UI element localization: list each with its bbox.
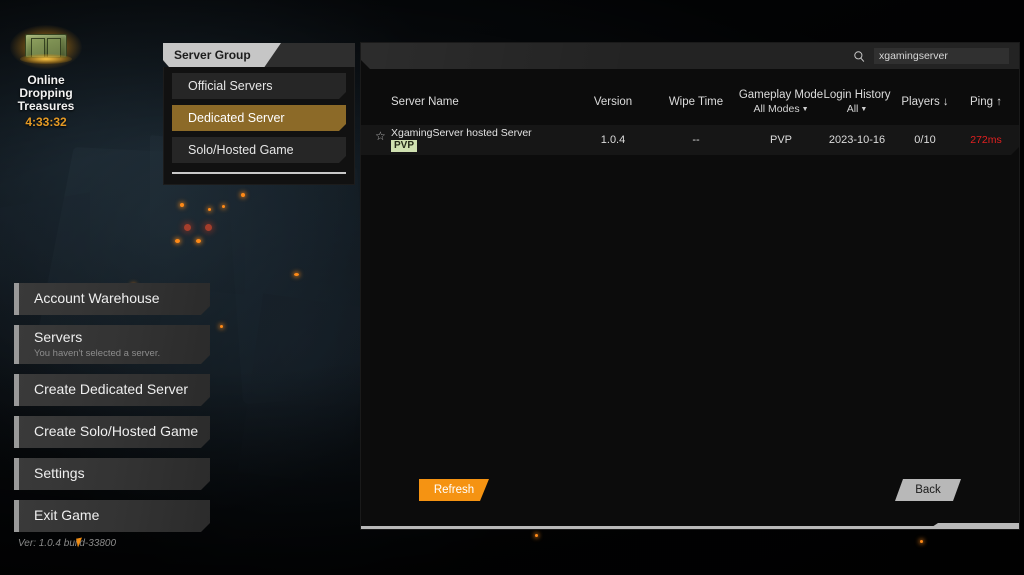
build-version-label: Ver: 1.0.4 build-33800 (18, 538, 116, 549)
server-group-panel: Server Group Official Servers Dedicated … (163, 43, 355, 185)
chevron-down-icon: ▼ (860, 106, 867, 113)
chevron-down-icon: ▼ (802, 106, 809, 113)
ember-light (180, 203, 184, 207)
group-item-label: Dedicated Server (188, 111, 285, 125)
server-ping-value: 272ms (953, 134, 1019, 146)
game-main-menu-screen: Online Dropping Treasures 4:33:32 Server… (0, 0, 1024, 575)
group-panel-underline (172, 172, 346, 174)
menu-item-label: Create Solo/Hosted Game (34, 423, 202, 440)
menu-item-servers[interactable]: Servers You haven't selected a server. (14, 325, 210, 364)
server-wipe-time-value: -- (661, 134, 731, 146)
back-button[interactable]: Back (895, 479, 961, 501)
server-browser-panel: Server Name Version Wipe Time Gameplay M… (360, 42, 1020, 530)
group-item-dedicated-server[interactable]: Dedicated Server (172, 105, 346, 131)
ember-light (205, 224, 212, 231)
ember-light (175, 239, 180, 243)
menu-item-subtext: You haven't selected a server. (34, 348, 202, 359)
ember-light (241, 193, 245, 197)
server-group-list: Official Servers Dedicated Server Solo/H… (163, 67, 355, 185)
gameplay-mode-filter-value: All Modes (753, 103, 799, 115)
login-history-filter-value: All (847, 103, 859, 115)
search-bar (361, 43, 1019, 69)
menu-item-exit-game[interactable]: Exit Game (14, 500, 210, 532)
group-item-solo-hosted-game[interactable]: Solo/Hosted Game (172, 137, 346, 163)
ember-light (294, 273, 299, 276)
ember-light (220, 325, 223, 328)
gameplay-mode-filter[interactable]: All Modes▼ (731, 103, 831, 115)
ember-light (920, 540, 923, 543)
star-outline-icon[interactable]: ☆ (375, 129, 386, 143)
column-header-gameplay-mode-label: Gameplay Mode (739, 89, 823, 101)
group-item-label: Solo/Hosted Game (188, 143, 294, 157)
menu-item-label: Settings (34, 465, 202, 482)
status-badge: PVP (391, 140, 417, 152)
menu-item-settings[interactable]: Settings (14, 458, 210, 490)
menu-item-label: Servers (34, 329, 202, 346)
search-input[interactable] (874, 48, 1009, 64)
column-header-server-name[interactable]: Server Name (391, 96, 459, 108)
server-table-header: Server Name Version Wipe Time Gameplay M… (361, 87, 1019, 123)
column-header-gameplay-mode[interactable]: Gameplay Mode All Modes▼ (731, 89, 831, 115)
refresh-button[interactable]: Refresh (419, 479, 489, 501)
game-logo: Online Dropping Treasures 4:33:32 (8, 22, 84, 129)
menu-item-create-solo-hosted-game[interactable]: Create Solo/Hosted Game (14, 416, 210, 448)
ember-light (184, 224, 191, 231)
main-menu: Account Warehouse Servers You haven't se… (14, 283, 210, 542)
ember-light (222, 205, 225, 208)
menu-item-label: Account Warehouse (34, 290, 202, 307)
ember-light (208, 208, 211, 211)
group-item-label: Official Servers (188, 79, 273, 93)
logo-title-line3: Treasures (8, 100, 84, 113)
column-header-ping[interactable]: Ping ↑ (953, 96, 1019, 108)
tab-server-group-label: Server Group (163, 48, 251, 62)
menu-item-label: Exit Game (34, 507, 202, 524)
menu-item-create-dedicated-server[interactable]: Create Dedicated Server (14, 374, 210, 406)
table-row[interactable]: ☆ XgamingServer hosted Server PVP 1.0.4 … (361, 125, 1019, 155)
tab-server-group[interactable]: Server Group (163, 43, 281, 67)
event-countdown-timer: 4:33:32 (8, 115, 84, 129)
menu-item-account-warehouse[interactable]: Account Warehouse (14, 283, 210, 315)
server-group-tabbar: Server Group (163, 43, 355, 67)
panel-underline (361, 526, 1019, 529)
search-icon (853, 50, 866, 63)
column-header-version[interactable]: Version (583, 96, 643, 108)
menu-item-label: Create Dedicated Server (34, 381, 202, 398)
column-header-wipe-time[interactable]: Wipe Time (661, 96, 731, 108)
ember-light (535, 534, 538, 537)
ember-light (196, 239, 201, 243)
server-version-value: 1.0.4 (583, 134, 643, 146)
treasure-crate-icon (13, 22, 79, 70)
group-item-official-servers[interactable]: Official Servers (172, 73, 346, 99)
server-name-value: XgamingServer hosted Server (391, 127, 532, 139)
